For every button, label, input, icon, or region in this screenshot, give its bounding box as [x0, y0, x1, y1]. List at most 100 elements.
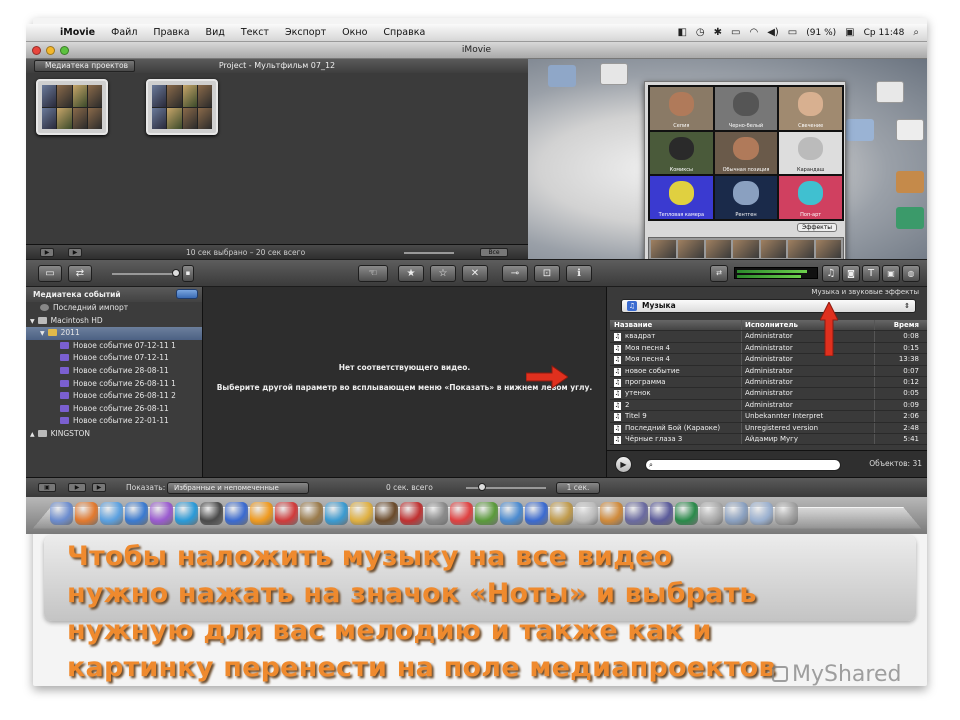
drive-icon[interactable]	[600, 63, 628, 85]
app-icon[interactable]	[896, 207, 924, 229]
music-track-row[interactable]: ♫ Моя песня 4 Administrator 13:38	[610, 354, 927, 366]
menu-window[interactable]: Окно	[334, 27, 375, 38]
music-notes-button[interactable]: ♫	[822, 265, 840, 282]
event-row[interactable]: Новое событие 26-08-11	[26, 403, 202, 416]
dock-app-icon[interactable]	[750, 502, 773, 525]
effect-cell[interactable]: Обычная позиция	[714, 131, 778, 175]
dock-app-icon[interactable]	[225, 502, 248, 525]
dock-app-icon[interactable]	[325, 502, 348, 525]
dock-app-icon[interactable]	[175, 502, 198, 525]
wifi-icon[interactable]: ◠	[749, 27, 758, 38]
event-row[interactable]: Новое событие 26-08-11 2	[26, 390, 202, 403]
dock-app-icon[interactable]	[625, 502, 648, 525]
project-thumbnail[interactable]	[36, 79, 108, 135]
effect-cell[interactable]: Рентген	[714, 176, 778, 219]
dock-app-icon[interactable]	[550, 502, 573, 525]
event-row[interactable]: Новое событие 07-12-11 1	[26, 340, 202, 353]
music-track-row[interactable]: ♫ Titel 9 Unbekannter Interpret 2:06	[610, 411, 927, 423]
event-zoom-slider[interactable]	[466, 483, 546, 491]
dock-app-icon[interactable]	[475, 502, 498, 525]
effects-button[interactable]: Эффекты	[797, 223, 837, 232]
event-row[interactable]: Новое событие 28-08-11	[26, 365, 202, 378]
dock-app-icon[interactable]	[650, 502, 673, 525]
spotlight-icon[interactable]: ⌕	[913, 27, 919, 38]
dock-app-icon[interactable]	[75, 502, 98, 525]
effect-cell[interactable]: Черно-белый	[714, 87, 778, 130]
music-track-row[interactable]: ♫ квадрат Administrator 0:08	[610, 331, 927, 343]
menu-app[interactable]: iMovie	[52, 27, 103, 38]
menu-text[interactable]: Текст	[233, 27, 277, 38]
info-button[interactable]: ℹ	[566, 265, 592, 282]
dock-app-icon[interactable]	[400, 502, 423, 525]
file-icon[interactable]	[876, 81, 904, 103]
music-source-select[interactable]: ♫ Музыка ⇕	[621, 299, 916, 313]
dock-app-icon[interactable]	[100, 502, 123, 525]
dock-app-icon[interactable]	[300, 502, 323, 525]
swap-button[interactable]: ⇄	[68, 265, 92, 282]
folder-icon[interactable]	[846, 119, 874, 141]
effect-cell[interactable]: Комиксы	[650, 131, 713, 175]
event-row[interactable]: ▲ KINGSTON	[26, 428, 202, 441]
time-machine-icon[interactable]: ◷	[696, 27, 705, 38]
photo-browser-button[interactable]: ◙	[842, 265, 860, 282]
disclosure-triangle-icon[interactable]: ▼	[40, 330, 45, 337]
menu-help[interactable]: Справка	[375, 27, 433, 38]
bluetooth-icon[interactable]: ✱	[714, 27, 722, 38]
dock-app-icon[interactable]	[375, 502, 398, 525]
fullscreen-play-button[interactable]: ▣	[38, 483, 56, 492]
music-track-row[interactable]: ♫ 2 Administrator 0:09	[610, 399, 927, 412]
music-track-row[interactable]: ♫ Чёрные глаза 3 Айдамир Мугу 5:41	[610, 433, 927, 446]
dock-app-icon[interactable]	[575, 502, 598, 525]
dock-app-icon[interactable]	[600, 502, 623, 525]
show-filter-select[interactable]: Избранные и непомеченные	[167, 482, 309, 494]
menu-export[interactable]: Экспорт	[277, 27, 334, 38]
dock-app-icon[interactable]	[250, 502, 273, 525]
music-track-row[interactable]: ♫ утенок Administrator 0:05	[610, 388, 927, 400]
music-search-input[interactable]: ⌕	[645, 459, 841, 471]
dock-app-icon[interactable]	[425, 502, 448, 525]
unmark-star-button[interactable]: ☆	[430, 265, 456, 282]
column-time[interactable]: Время	[875, 320, 923, 330]
event-row[interactable]: Новое событие 22-01-11	[26, 415, 202, 428]
music-track-row[interactable]: ♫ программа Administrator 0:12	[610, 376, 927, 389]
file-icon[interactable]	[896, 171, 924, 193]
dock-app-icon[interactable]	[275, 502, 298, 525]
camera-import-button[interactable]: ▭	[38, 265, 62, 282]
audio-toggle-button[interactable]: ⇄	[710, 265, 728, 282]
project-zoom-slider[interactable]	[404, 252, 454, 254]
dock-app-icon[interactable]	[700, 502, 723, 525]
effect-cell[interactable]: Карандаш	[779, 131, 842, 175]
disclosure-triangle-icon[interactable]: ▲	[30, 431, 35, 438]
dock-app-icon[interactable]	[125, 502, 148, 525]
play-button[interactable]: ▶	[68, 248, 82, 257]
event-row[interactable]: ▼ Macintosh HD	[26, 315, 202, 328]
zoom-button[interactable]	[60, 46, 69, 55]
menu-edit[interactable]: Правка	[145, 27, 197, 38]
crop-button[interactable]: ⊡	[534, 265, 560, 282]
project-thumbnail[interactable]	[146, 79, 218, 135]
dock-app-icon[interactable]	[525, 502, 548, 525]
project-library-back-button[interactable]: Медиатека проектов	[34, 60, 136, 72]
effect-cell[interactable]: Тепловая камера	[650, 176, 713, 219]
dock-app-icon[interactable]	[775, 502, 798, 525]
status-icon[interactable]: ◧	[677, 27, 686, 38]
music-track-row[interactable]: ♫ Моя песня 4 Administrator 0:15	[610, 342, 927, 355]
effect-cell[interactable]: Свечение	[779, 87, 842, 130]
microphone-button[interactable]: ⊸	[502, 265, 528, 282]
column-name[interactable]: Название	[610, 320, 742, 331]
file-icon[interactable]	[896, 119, 924, 141]
dock-app-icon[interactable]	[350, 502, 373, 525]
minimize-button[interactable]	[46, 46, 55, 55]
dock-app-icon[interactable]	[500, 502, 523, 525]
event-view-toggle[interactable]	[176, 289, 198, 299]
event-row[interactable]: Новое событие 07-12-11	[26, 352, 202, 365]
effect-cell[interactable]: Поп-арт	[779, 176, 842, 219]
battery-icon[interactable]: ▭	[788, 27, 797, 38]
disclosure-triangle-icon[interactable]: ▼	[30, 318, 35, 325]
menu-clock[interactable]: Ср 11:48	[864, 28, 905, 38]
titles-button[interactable]: T	[862, 265, 880, 282]
maps-button[interactable]: ◍	[902, 265, 920, 282]
dock-app-icon[interactable]	[150, 502, 173, 525]
close-button[interactable]	[32, 46, 41, 55]
favorite-star-button[interactable]: ★	[398, 265, 424, 282]
